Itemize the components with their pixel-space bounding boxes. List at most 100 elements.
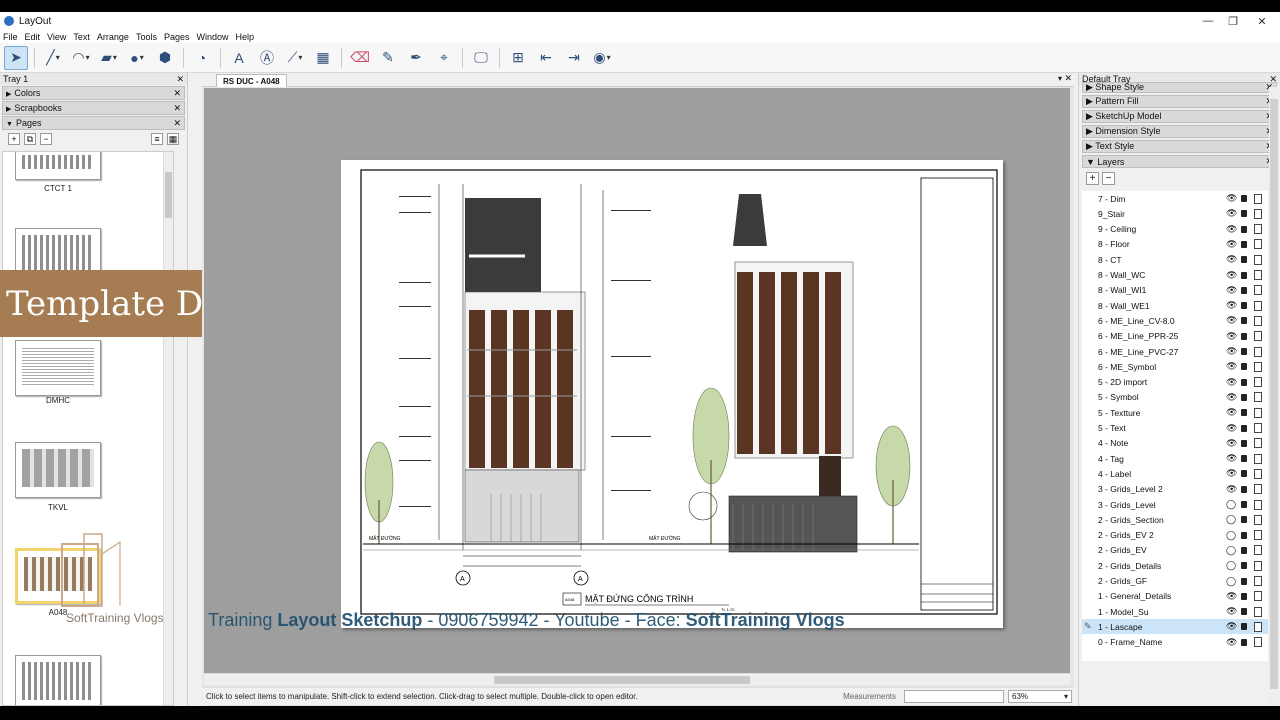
lock-icon[interactable] <box>1241 348 1247 355</box>
shared-layer-icon[interactable] <box>1254 239 1262 250</box>
shared-layer-icon[interactable] <box>1254 576 1262 586</box>
visibility-eye-icon[interactable]: 👁 <box>1226 392 1237 403</box>
add-page-icon[interactable]: ⊞ <box>506 46 530 70</box>
panel-close-icon[interactable]: ✕ <box>173 118 181 129</box>
select-tool-icon[interactable]: ➤ <box>4 45 28 70</box>
shared-layer-icon[interactable] <box>1254 270 1262 280</box>
offset-tool-icon[interactable]: ◔ <box>190 46 214 70</box>
visibility-eye-icon[interactable]: 👁 <box>1226 361 1237 372</box>
shared-layer-icon[interactable] <box>1254 377 1262 388</box>
visibility-eye-icon[interactable]: 👁 <box>1226 621 1237 632</box>
layer-row[interactable]: 2 - Grids_Section ◯ <box>1082 512 1268 527</box>
line-tool-icon[interactable]: ╱ ▾ <box>41 46 65 70</box>
layer-row[interactable]: 2 - Grids_EV ◯ <box>1082 543 1268 558</box>
page-thumbnail[interactable] <box>15 340 101 396</box>
polygon-tool-icon[interactable]: ⬢ <box>153 46 177 70</box>
dimension-tool-icon[interactable]: ⟋ ▾ <box>283 46 307 70</box>
visibility-eye-icon[interactable]: 👁 <box>1226 606 1237 617</box>
shared-layer-icon[interactable] <box>1254 300 1262 311</box>
shared-layer-icon[interactable] <box>1254 545 1262 556</box>
visibility-eye-icon[interactable]: 👁 <box>1226 377 1237 388</box>
style-tool-icon[interactable]: ✎ <box>376 46 400 70</box>
shared-layer-icon[interactable] <box>1254 453 1262 464</box>
menu-arrange[interactable]: Arrange <box>97 32 129 42</box>
layer-row[interactable]: 6 - ME_Line_PPR-25 👁 <box>1082 329 1268 344</box>
lock-icon[interactable] <box>1241 286 1247 294</box>
right-tray-scrollbar[interactable] <box>1269 87 1279 705</box>
label-tool-icon[interactable]: Ⓐ <box>255 46 279 70</box>
shared-layer-icon[interactable] <box>1254 591 1262 602</box>
layer-row[interactable]: ✎ 1 - Lascape 👁 <box>1082 619 1268 635</box>
panel-colors[interactable]: ▶ Colors ✕ <box>2 86 185 100</box>
layer-row[interactable]: 5 - Symbol 👁 <box>1082 390 1268 405</box>
arc-tool-icon[interactable]: ◠ ▾ <box>69 46 93 70</box>
remove-page-icon[interactable]: − <box>40 133 52 145</box>
visibility-eye-icon[interactable]: ◯ <box>1226 499 1236 510</box>
shared-layer-icon[interactable] <box>1254 346 1262 357</box>
layer-row[interactable]: 8 - Wall_WC 👁 <box>1082 268 1268 283</box>
visibility-eye-icon[interactable]: 👁 <box>1226 208 1237 219</box>
add-layer-icon[interactable]: + <box>1086 171 1099 185</box>
shared-layer-icon[interactable] <box>1254 407 1262 418</box>
visibility-eye-icon[interactable]: 👁 <box>1226 285 1237 296</box>
lock-icon[interactable] <box>1241 592 1247 600</box>
visibility-eye-icon[interactable]: 👁 <box>1226 239 1237 250</box>
shared-layer-icon[interactable] <box>1254 361 1262 372</box>
shared-layer-icon[interactable] <box>1254 224 1262 235</box>
menu-help[interactable]: Help <box>236 32 255 42</box>
shared-layer-icon[interactable] <box>1254 392 1262 403</box>
layer-row[interactable]: 3 - Grids_Level 2 👁 <box>1082 482 1268 497</box>
shared-layer-icon[interactable] <box>1254 193 1262 204</box>
close-button[interactable]: ✕ <box>1244 12 1280 30</box>
lock-icon[interactable] <box>1241 256 1247 264</box>
horizontal-scrollbar[interactable] <box>204 673 1070 685</box>
eraser-tool-icon[interactable]: ⌫ <box>348 46 372 70</box>
layer-row[interactable]: 8 - Floor 👁 <box>1082 237 1268 252</box>
visibility-eye-icon[interactable]: 👁 <box>1226 484 1237 495</box>
layer-row[interactable]: 9_Stair 👁 <box>1082 206 1268 221</box>
panel-layers[interactable]: ▼ Layers✕ <box>1082 155 1277 168</box>
lock-icon[interactable] <box>1241 577 1247 585</box>
pages-scrollbar[interactable] <box>163 152 173 705</box>
duplicate-page-icon[interactable]: ⧉ <box>24 133 36 145</box>
visibility-eye-icon[interactable]: 👁 <box>1226 438 1237 449</box>
visibility-eye-icon[interactable]: ◯ <box>1226 530 1236 541</box>
panel-text-style[interactable]: ▶ Text Style✕ <box>1082 140 1277 153</box>
measurements-field[interactable] <box>904 690 1004 703</box>
table-tool-icon[interactable]: ▦ <box>311 46 335 70</box>
lock-icon[interactable] <box>1241 393 1247 401</box>
layer-row[interactable]: 4 - Note 👁 <box>1082 436 1268 451</box>
visibility-eye-icon[interactable]: 👁 <box>1226 591 1237 602</box>
panel-dimension-style[interactable]: ▶ Dimension Style✕ <box>1082 125 1277 138</box>
shared-layer-icon[interactable] <box>1254 560 1262 571</box>
lock-icon[interactable] <box>1241 409 1247 417</box>
visibility-eye-icon[interactable]: ◯ <box>1226 560 1236 571</box>
layer-row[interactable]: 9 - Ceiling 👁 <box>1082 222 1268 237</box>
visibility-eye-icon[interactable]: 👁 <box>1226 407 1237 418</box>
lock-icon[interactable] <box>1241 363 1247 371</box>
layer-row[interactable]: 3 - Grids_Level ◯ <box>1082 497 1268 512</box>
shared-layer-icon[interactable] <box>1254 530 1262 541</box>
panel-pattern-fill[interactable]: ▶ Pattern Fill✕ <box>1082 95 1277 108</box>
layer-row[interactable]: 4 - Label 👁 <box>1082 466 1268 481</box>
tab-close-icon[interactable]: ✕ <box>1064 73 1072 84</box>
shared-layer-icon[interactable] <box>1254 621 1262 632</box>
menu-text[interactable]: Text <box>73 32 90 42</box>
visibility-eye-icon[interactable]: ◯ <box>1226 576 1236 587</box>
lock-icon[interactable] <box>1241 195 1247 202</box>
visibility-eye-icon[interactable]: 👁 <box>1226 270 1237 281</box>
visibility-eye-icon[interactable]: 👁 <box>1226 346 1237 357</box>
panel-pages[interactable]: ▼ Pages ✕ <box>2 116 185 130</box>
lock-icon[interactable] <box>1241 470 1247 478</box>
list-view-icon[interactable]: ≡ <box>151 133 163 145</box>
tray-close-icon[interactable]: ✕ <box>176 74 184 85</box>
lock-icon[interactable] <box>1241 455 1247 463</box>
layer-row[interactable]: 5 - Textture 👁 <box>1082 405 1268 420</box>
page-thumbnail[interactable] <box>15 152 101 180</box>
layer-row[interactable]: 0 - Frame_Name 👁 <box>1082 635 1268 650</box>
panel-sketchup-model[interactable]: ▶ SketchUp Model✕ <box>1082 110 1277 123</box>
layer-row[interactable]: 8 - Wall_WI1 👁 <box>1082 283 1268 298</box>
drawing-canvas[interactable]: MẶT ĐƯỜNG MẶT ĐƯỜNG A A A048 MẶT ĐỨNG CÔ… <box>204 88 1070 673</box>
panel-shape-style[interactable]: ▶ Shape Style✕ <box>1082 82 1277 93</box>
visibility-eye-icon[interactable]: 👁 <box>1226 468 1237 479</box>
